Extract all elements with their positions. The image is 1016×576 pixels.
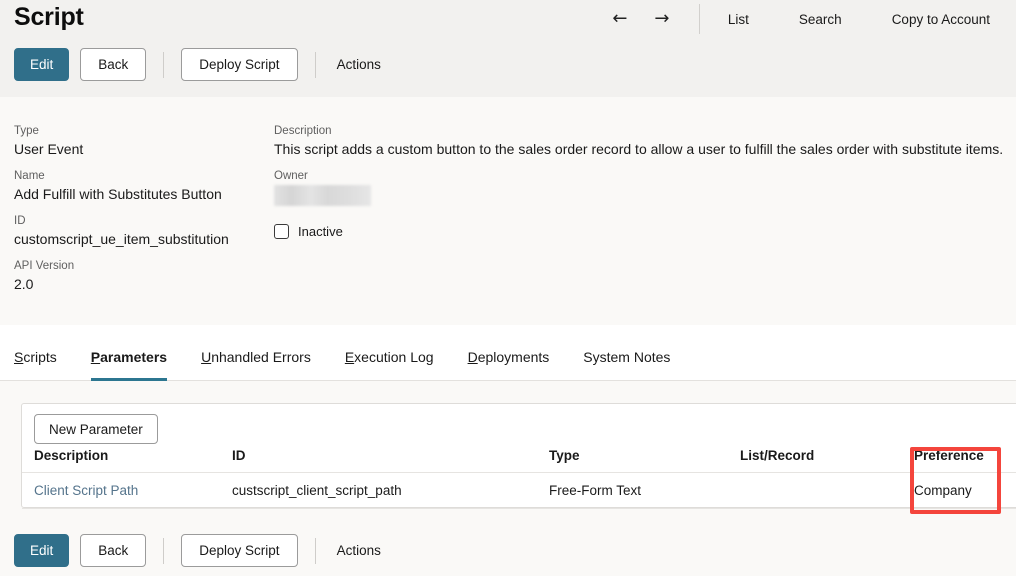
page-title: Script bbox=[14, 3, 84, 32]
tab-unhandled-errors-accel: U bbox=[201, 349, 211, 365]
field-name-label: Name bbox=[14, 169, 269, 184]
footer-action-row: Edit Back Deploy Script Actions bbox=[14, 534, 385, 567]
primary-action-row: Edit Back Deploy Script Actions bbox=[14, 48, 385, 81]
table-row[interactable]: Client Script Path custscript_client_scr… bbox=[22, 473, 1016, 509]
parameter-link-client-script-path[interactable]: Client Script Path bbox=[34, 483, 138, 498]
col-header-id[interactable]: ID bbox=[232, 448, 549, 473]
topnav-divider bbox=[699, 4, 700, 34]
back-button-top[interactable]: Back bbox=[80, 48, 146, 81]
field-owner-value-redacted bbox=[274, 185, 371, 206]
tab-scripts-label: cripts bbox=[23, 349, 56, 365]
topnav-link-search[interactable]: Search bbox=[789, 12, 852, 27]
cell-list-record bbox=[740, 473, 914, 509]
field-id-label: ID bbox=[14, 214, 269, 229]
tab-execution-log[interactable]: Execution Log bbox=[345, 349, 434, 381]
details-left-column: Type User Event Name Add Fulfill with Su… bbox=[14, 124, 269, 304]
field-type-value: User Event bbox=[14, 140, 269, 159]
tab-unhandled-errors[interactable]: Unhandled Errors bbox=[201, 349, 311, 381]
details-right-column: Description This script adds a custom bu… bbox=[274, 124, 1016, 239]
action-divider-2 bbox=[315, 52, 316, 78]
field-id-value: customscript_ue_item_substitution bbox=[14, 230, 269, 249]
col-header-description[interactable]: Description bbox=[22, 448, 232, 473]
col-header-list-record[interactable]: List/Record bbox=[740, 448, 914, 473]
inactive-checkbox-row[interactable]: Inactive bbox=[274, 224, 1016, 239]
back-button-bottom[interactable]: Back bbox=[80, 534, 146, 567]
field-name: Name Add Fulfill with Substitutes Button bbox=[14, 169, 269, 204]
deploy-script-button-top[interactable]: Deploy Script bbox=[181, 48, 297, 81]
footer-divider-1 bbox=[163, 538, 164, 564]
actions-menu-bottom[interactable]: Actions bbox=[333, 543, 385, 558]
tab-deployments-label: eployments bbox=[478, 349, 550, 365]
tab-scripts-accel: S bbox=[14, 349, 23, 365]
record-tabstrip: Scripts Parameters Unhandled Errors Exec… bbox=[0, 325, 1016, 381]
actions-menu-top[interactable]: Actions bbox=[333, 57, 385, 72]
col-header-type[interactable]: Type bbox=[549, 448, 740, 473]
tab-parameters-label: arameters bbox=[100, 349, 167, 365]
field-owner: Owner bbox=[274, 169, 1016, 206]
cell-id: custscript_client_script_path bbox=[232, 473, 549, 509]
topnav-link-list[interactable]: List bbox=[718, 12, 759, 27]
edit-button-bottom[interactable]: Edit bbox=[14, 534, 69, 567]
page-toolbar-zone: Script ← → List Search Copy to Account E… bbox=[0, 0, 1016, 97]
tab-list: Scripts Parameters Unhandled Errors Exec… bbox=[0, 325, 1016, 381]
tab-unhandled-errors-label: nhandled Errors bbox=[211, 349, 311, 365]
edit-button-top[interactable]: Edit bbox=[14, 48, 69, 81]
record-details: Type User Event Name Add Fulfill with Su… bbox=[0, 97, 1016, 325]
tab-execution-log-label: xecution Log bbox=[354, 349, 433, 365]
inactive-checkbox[interactable] bbox=[274, 224, 289, 239]
tab-deployments[interactable]: Deployments bbox=[468, 349, 550, 381]
field-api-version: API Version 2.0 bbox=[14, 259, 269, 294]
field-description: Description This script adds a custom bu… bbox=[274, 124, 1016, 159]
field-id: ID customscript_ue_item_substitution bbox=[14, 214, 269, 249]
table-header-row: Description ID Type List/Record Preferen… bbox=[22, 448, 1016, 473]
parameters-panel: New Parameter Description ID Type List/R… bbox=[21, 403, 1016, 508]
field-api-version-label: API Version bbox=[14, 259, 269, 274]
topnav-link-copy-to-account[interactable]: Copy to Account bbox=[882, 12, 1000, 27]
parameters-table-head: Description ID Type List/Record Preferen… bbox=[22, 448, 1016, 473]
parameters-table: Description ID Type List/Record Preferen… bbox=[22, 448, 1016, 509]
cell-preference: Company bbox=[914, 473, 1016, 509]
parameters-table-body: Client Script Path custscript_client_scr… bbox=[22, 473, 1016, 509]
deploy-script-button-bottom[interactable]: Deploy Script bbox=[181, 534, 297, 567]
field-name-value: Add Fulfill with Substitutes Button bbox=[14, 185, 269, 204]
tab-system-notes-label: System Notes bbox=[583, 349, 670, 365]
tab-deployments-accel: D bbox=[468, 349, 478, 365]
top-navigation: ← → List Search Copy to Account bbox=[599, 4, 1016, 34]
field-type-label: Type bbox=[14, 124, 269, 139]
forward-arrow-icon[interactable]: → bbox=[641, 5, 683, 33]
back-arrow-icon[interactable]: ← bbox=[599, 5, 641, 33]
tab-parameters[interactable]: Parameters bbox=[91, 349, 167, 381]
action-divider-1 bbox=[163, 52, 164, 78]
cell-description: Client Script Path bbox=[22, 473, 232, 509]
parameters-panel-toolbar: New Parameter bbox=[22, 404, 1016, 448]
field-description-label: Description bbox=[274, 124, 1016, 139]
tab-execution-log-accel: E bbox=[345, 349, 354, 365]
footer-divider-2 bbox=[315, 538, 316, 564]
col-header-preference[interactable]: Preference bbox=[914, 448, 1016, 473]
tab-scripts[interactable]: Scripts bbox=[14, 349, 57, 381]
new-parameter-button[interactable]: New Parameter bbox=[34, 414, 158, 444]
script-record-page: Script ← → List Search Copy to Account E… bbox=[0, 0, 1016, 576]
cell-type: Free-Form Text bbox=[549, 473, 740, 509]
field-owner-label: Owner bbox=[274, 169, 1016, 184]
field-description-value: This script adds a custom button to the … bbox=[274, 140, 1016, 159]
tab-system-notes[interactable]: System Notes bbox=[583, 349, 670, 381]
field-type: Type User Event bbox=[14, 124, 269, 159]
field-api-version-value: 2.0 bbox=[14, 275, 269, 294]
inactive-checkbox-label: Inactive bbox=[298, 224, 343, 239]
tab-parameters-accel: P bbox=[91, 349, 100, 365]
